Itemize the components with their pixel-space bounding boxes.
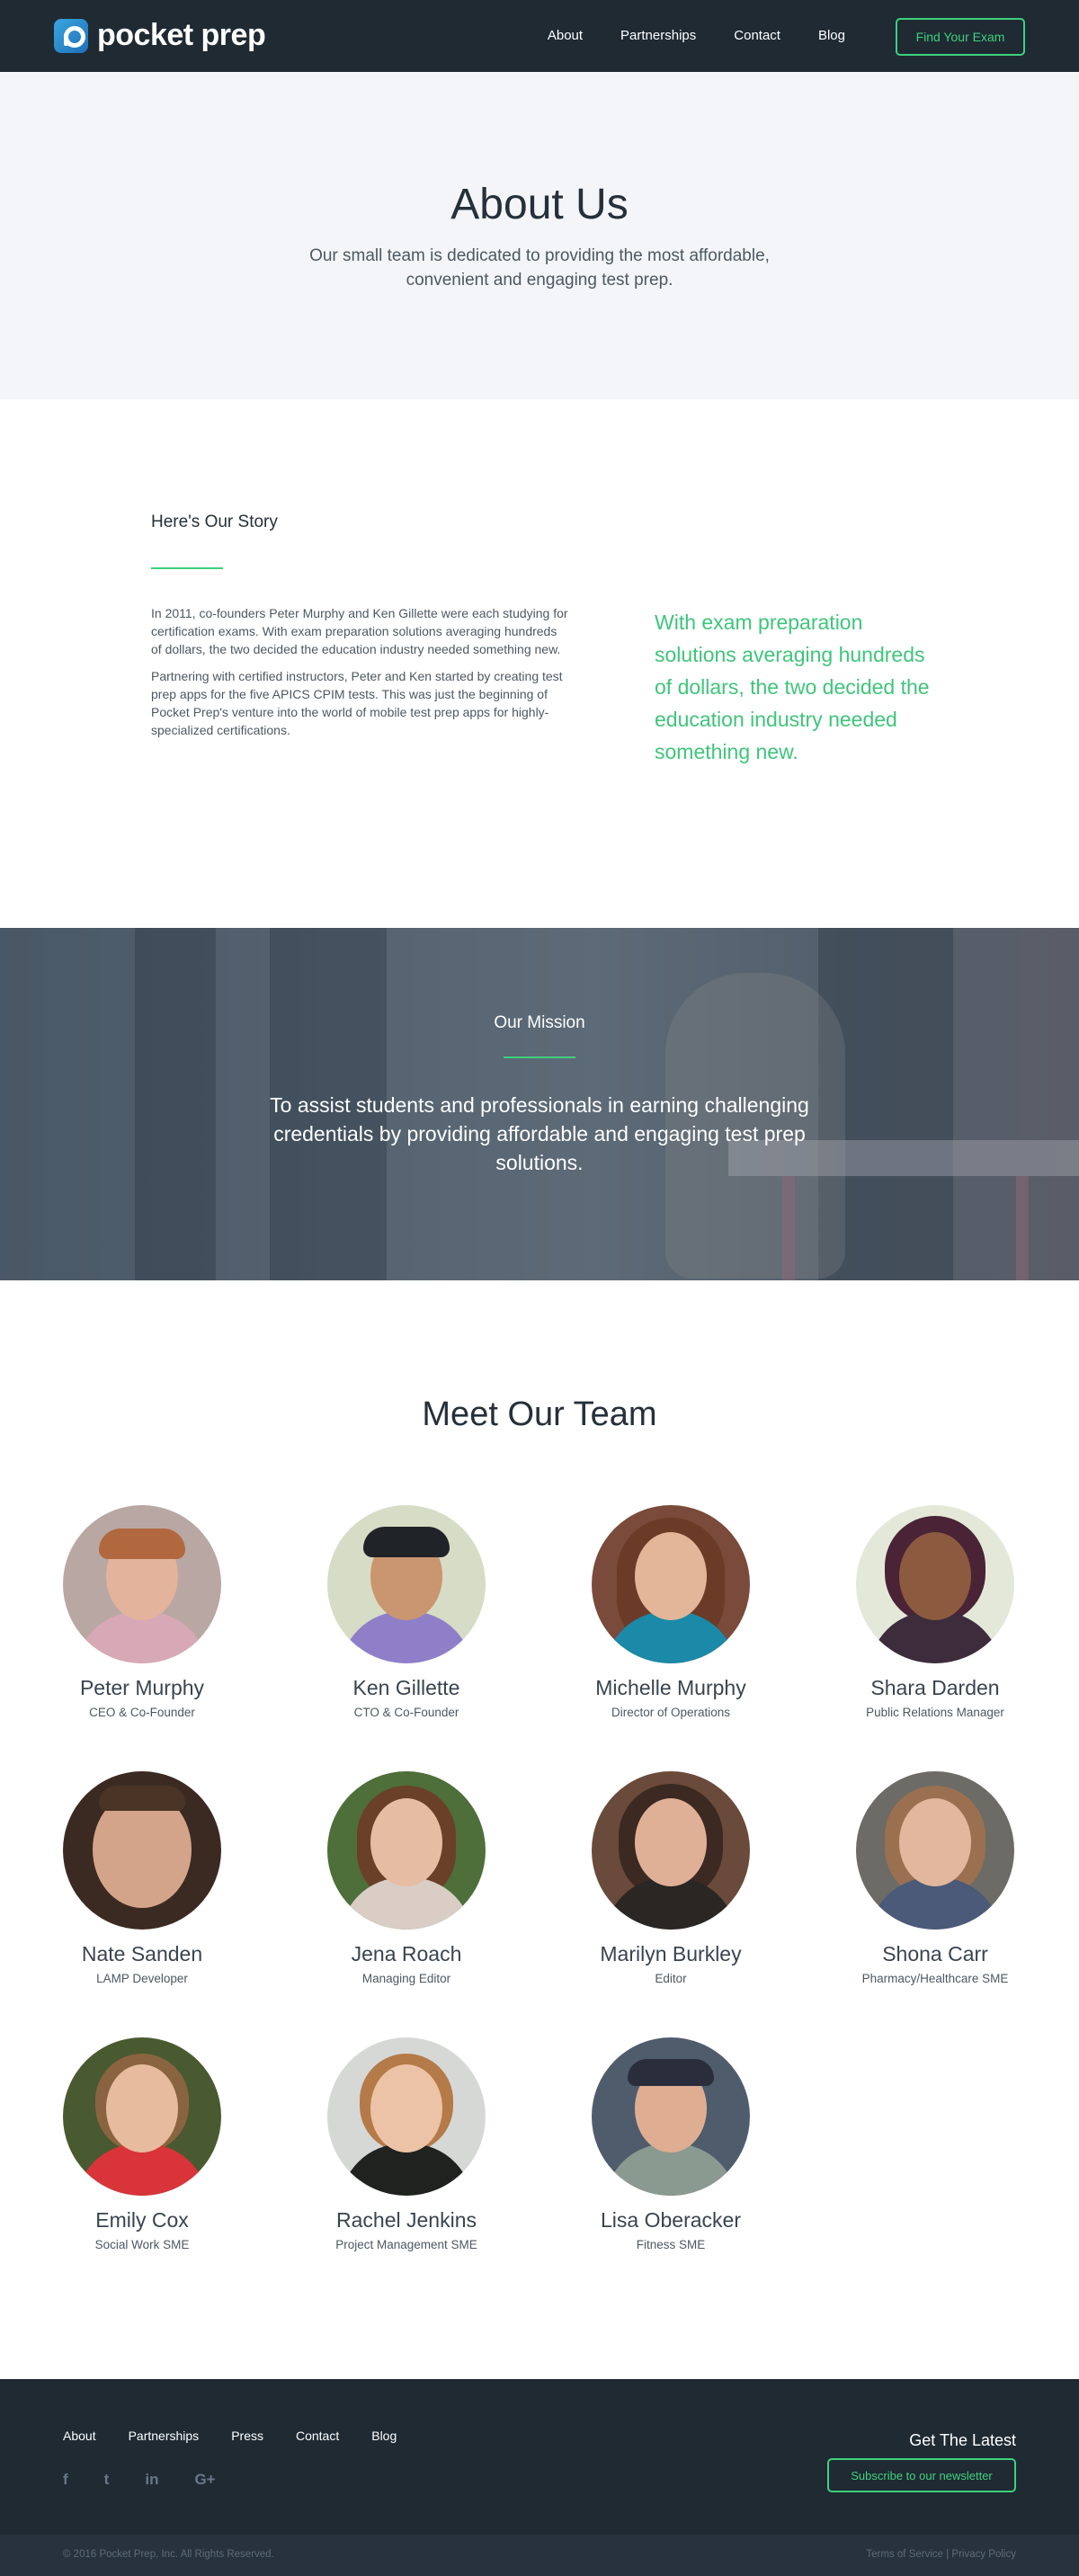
hero-subtitle: Our small team is dedicated to providing… (309, 246, 770, 290)
footer-link-partnerships[interactable]: Partnerships (129, 2429, 200, 2443)
member-role: Managing Editor (361, 1972, 451, 1985)
team-section: Meet Our Team Peter Murphy CEO & Co-Foun… (0, 1280, 1079, 2379)
footer-bottom-bar: © 2016 Pocket Prep, Inc. All Rights Rese… (0, 2535, 1079, 2576)
team-grid: Peter Murphy CEO & Co-Founder Ken Gillet… (63, 1505, 1016, 2251)
mission-divider (504, 1056, 575, 1058)
team-member: Jena Roach Managing Editor (327, 1771, 486, 1985)
logo[interactable]: pocket prep (54, 18, 266, 53)
avatar (63, 2037, 221, 2196)
avatar (592, 1771, 750, 1930)
team-member: Peter Murphy CEO & Co-Founder (63, 1505, 221, 1719)
team-member: Michelle Murphy Director of Operations (592, 1505, 750, 1719)
linkedin-icon[interactable]: in (145, 2471, 158, 2489)
page-title: About Us (450, 181, 629, 228)
mission-section: Our Mission To assist students and profe… (0, 928, 1079, 1280)
story-body: In 2011, co-founders Peter Murphy and Ke… (151, 604, 570, 739)
story-pull-quote: With exam preparation solutions averagin… (655, 611, 930, 763)
subscribe-newsletter-button[interactable]: Subscribe to our newsletter (827, 2458, 1016, 2492)
member-role: Editor (655, 1972, 687, 1985)
avatar (327, 2037, 486, 2196)
legal-links[interactable]: Terms of Service | Privacy Policy (866, 2549, 1016, 2560)
nav-links: About Partnerships Contact Blog (548, 28, 845, 43)
member-name: Emily Cox (95, 2208, 189, 2232)
story-paragraph: Partnering with certified instructors, P… (151, 669, 563, 737)
member-role: Fitness SME (636, 2238, 706, 2251)
member-role: CTO & Co-Founder (353, 1706, 459, 1719)
member-role: Pharmacy/Healthcare SME (861, 1972, 1009, 1985)
member-name: Peter Murphy (79, 1676, 205, 1699)
team-member: Shona Carr Pharmacy/Healthcare SME (856, 1771, 1014, 1985)
nav-link-blog[interactable]: Blog (818, 28, 845, 43)
top-navbar: pocket prep About Partnerships Contact B… (0, 0, 1079, 72)
brand-name: pocket prep (97, 18, 266, 52)
member-role: CEO & Co-Founder (89, 1706, 195, 1719)
team-member: Ken Gillette CTO & Co-Founder (327, 1505, 486, 1719)
member-role: Project Management SME (335, 2238, 477, 2251)
story-section: Here's Our Story In 2011, co-founders Pe… (0, 399, 1079, 928)
nav-link-partnerships[interactable]: Partnerships (620, 28, 696, 43)
team-member: Lisa Oberacker Fitness SME (592, 2037, 750, 2251)
site-footer: About Partnerships Press Contact Blog f … (0, 2379, 1079, 2576)
avatar (592, 2037, 750, 2196)
twitter-icon[interactable]: t (104, 2471, 110, 2489)
story-heading: Here's Our Story (151, 513, 278, 531)
story-paragraph: In 2011, co-founders Peter Murphy and Ke… (151, 606, 568, 656)
story-divider (151, 567, 223, 569)
nav-link-contact[interactable]: Contact (734, 28, 780, 43)
find-your-exam-button[interactable]: Find Your Exam (896, 18, 1025, 56)
member-name: Marilyn Burkley (600, 1942, 742, 1965)
pocket-prep-logo-icon (54, 18, 88, 53)
mission-content: Our Mission To assist students and profe… (0, 1013, 1079, 1177)
avatar (327, 1505, 486, 1663)
member-name: Ken Gillette (352, 1676, 460, 1699)
member-name: Jena Roach (351, 1942, 462, 1965)
member-role: Social Work SME (94, 2238, 190, 2251)
team-member: Shara Darden Public Relations Manager (856, 1505, 1014, 1719)
footer-links: About Partnerships Press Contact Blog (63, 2429, 397, 2443)
social-links: f t in G+ (63, 2471, 216, 2489)
member-name: Nate Sanden (81, 1942, 203, 1965)
member-name: Michelle Murphy (595, 1676, 746, 1699)
member-name: Rachel Jenkins (336, 2208, 477, 2232)
member-name: Shara Darden (870, 1676, 1000, 1699)
mission-heading: Our Mission (494, 1013, 585, 1032)
footer-link-about[interactable]: About (63, 2429, 96, 2443)
member-name: Lisa Oberacker (601, 2208, 741, 2232)
member-role: Public Relations Manager (866, 1706, 1004, 1719)
avatar (592, 1505, 750, 1663)
team-member: Emily Cox Social Work SME (63, 2037, 221, 2251)
member-role: LAMP Developer (96, 1972, 188, 1985)
google-plus-icon[interactable]: G+ (194, 2471, 215, 2489)
team-member: Nate Sanden LAMP Developer (63, 1771, 221, 1985)
footer-link-contact[interactable]: Contact (296, 2429, 339, 2443)
team-member: Rachel Jenkins Project Management SME (327, 2037, 486, 2251)
avatar (856, 1771, 1014, 1930)
avatar (327, 1771, 486, 1930)
footer-link-press[interactable]: Press (231, 2429, 263, 2443)
member-role: Director of Operations (611, 1706, 731, 1719)
newsletter-heading: Get The Latest (909, 2431, 1016, 2449)
nav-link-about[interactable]: About (548, 28, 583, 43)
mission-statement: To assist students and professionals in … (270, 1093, 809, 1174)
hero-section: About Us Our small team is dedicated to … (0, 72, 1079, 399)
avatar (63, 1771, 221, 1930)
avatar (63, 1505, 221, 1663)
copyright-text: © 2016 Pocket Prep, Inc. All Rights Rese… (63, 2549, 274, 2560)
facebook-icon[interactable]: f (63, 2471, 68, 2489)
member-name: Shona Carr (882, 1942, 988, 1965)
avatar (856, 1505, 1014, 1663)
footer-link-blog[interactable]: Blog (371, 2429, 397, 2443)
team-heading: Meet Our Team (422, 1395, 657, 1433)
team-member: Marilyn Burkley Editor (592, 1771, 750, 1985)
